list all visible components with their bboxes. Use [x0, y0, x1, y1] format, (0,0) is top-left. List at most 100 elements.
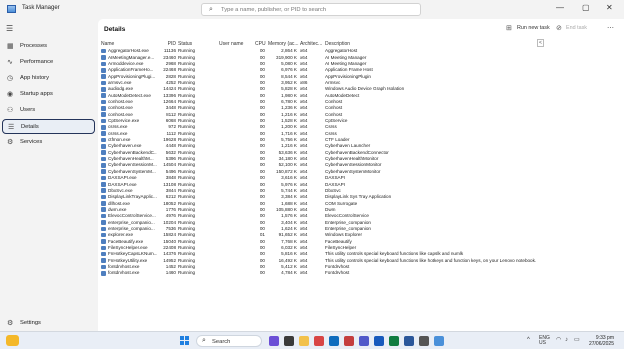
table-cell: 5,744 K	[281, 187, 297, 193]
teams-icon[interactable]	[359, 336, 369, 346]
table-cell: 150,872 K	[276, 168, 297, 174]
users-icon: ⚇	[7, 107, 14, 114]
table-row[interactable]: fontdrvhost.exe 1460 Running 00 4,784 Kx64 Fo…	[98, 270, 624, 276]
more-options-icon[interactable]: ⋯	[607, 24, 614, 32]
table-cell: 1,236 K	[281, 105, 297, 111]
start-icon[interactable]	[180, 336, 190, 346]
process-icon	[101, 55, 106, 60]
process-icon	[101, 226, 106, 232]
process-icon	[101, 131, 106, 136]
weather-widget-icon[interactable]	[6, 335, 19, 346]
process-icon	[101, 270, 106, 276]
search-icon: ⌕	[202, 337, 206, 344]
table-cell: AI Meeting Manager	[325, 54, 367, 60]
table-cell: CyberhavenSessionM...	[108, 162, 157, 168]
table-cell: x64	[300, 257, 308, 263]
end-task-button[interactable]: End task	[566, 25, 587, 31]
table-cell: Running	[178, 270, 196, 276]
minimize-button[interactable]: —	[556, 3, 564, 12]
process-icon	[101, 80, 106, 86]
table-cell: 4976	[165, 213, 176, 219]
battery-icon[interactable]: ▭	[574, 337, 580, 343]
file-explorer-icon[interactable]	[299, 336, 309, 346]
table-cell: 00	[259, 257, 265, 263]
taskbar: ⌕ Search ^ ENG US ◠ ♪ ▭ 9:33 pm 27/06/20…	[0, 331, 624, 349]
table-cell: CyberhavenHealthMonitor	[325, 156, 379, 162]
copilot-icon[interactable]	[269, 336, 279, 346]
sidebar-item-label: Startup apps	[20, 91, 53, 97]
clock[interactable]: 9:33 pm 27/06/2025	[589, 335, 614, 347]
process-icon	[101, 258, 106, 263]
table-cell: conhost.exe	[108, 99, 133, 105]
sidebar-item-users[interactable]: ⚇ Users	[2, 103, 95, 118]
taskbar-search[interactable]: ⌕ Search	[196, 335, 262, 347]
table-cell: x64	[300, 111, 308, 117]
details-table: AggregatorHost.exe 11136 Running 00 2,864 Kx…	[98, 48, 624, 276]
volume-icon[interactable]: ♪	[565, 337, 568, 343]
process-icon	[101, 93, 106, 98]
table-cell: 22468	[163, 67, 176, 73]
sidebar-item-performance[interactable]: ∿ Performance	[2, 55, 95, 70]
run-new-task-button[interactable]: Run new task	[517, 25, 550, 31]
table-cell: Running	[178, 143, 196, 149]
vpn-icon[interactable]	[419, 336, 429, 346]
close-button[interactable]: ✕	[606, 3, 613, 12]
edge-icon[interactable]	[329, 336, 339, 346]
process-icon	[101, 182, 106, 187]
table-cell: 2828	[165, 73, 176, 79]
table-cell: enterprise_companio...	[108, 225, 155, 231]
table-cell: x64	[300, 181, 308, 187]
table-cell: 12664	[163, 99, 176, 105]
mcafee-icon[interactable]	[344, 336, 354, 346]
hamburger-menu-icon[interactable]: ☰	[6, 24, 13, 33]
table-cell: 1,624 K	[281, 225, 297, 231]
task-view-icon[interactable]	[284, 336, 294, 346]
language-indicator[interactable]: ENG US	[539, 336, 550, 346]
wifi-icon[interactable]: ◠	[556, 337, 561, 343]
table-cell: 00	[259, 92, 265, 98]
sidebar-item-services[interactable]: ⚙ Services	[2, 135, 95, 150]
search-input[interactable]: ⌕ Type a name, publisher, or PID to sear…	[201, 3, 421, 16]
table-cell: 8112	[166, 111, 176, 117]
table-cell: 14376	[163, 251, 176, 257]
outlook-icon[interactable]	[374, 336, 384, 346]
chrome-icon[interactable]	[314, 336, 324, 346]
table-cell: Running	[178, 194, 196, 200]
sidebar-item-label: Performance	[20, 59, 54, 65]
sidebar-item-details[interactable]: ☰ Details	[2, 119, 95, 134]
table-cell: x64	[300, 130, 308, 136]
table-cell: 4448	[165, 143, 176, 149]
table-cell: Running	[178, 206, 196, 212]
sidebar-item-processes[interactable]: ▦ Processes	[2, 39, 95, 54]
title-bar: Task Manager ⌕ Type a name, publisher, o…	[0, 0, 624, 19]
table-cell: x64	[300, 162, 308, 168]
table-cell: 4,784 K	[281, 270, 297, 276]
table-cell: Running	[178, 187, 196, 193]
maximize-button[interactable]: ▢	[582, 3, 590, 12]
gear-icon: ⚙	[7, 320, 14, 327]
table-cell: x64	[300, 219, 308, 225]
task-manager-taskbar-icon[interactable]	[434, 336, 444, 346]
table-cell: 1,216 K	[281, 143, 297, 149]
table-cell: Dwm	[325, 206, 336, 212]
table-cell: x64	[300, 225, 308, 231]
services-icon: ⚙	[7, 139, 14, 146]
process-icon	[101, 99, 106, 105]
table-cell: CyberhavenBackendC...	[108, 149, 157, 155]
sidebar-item-app-history[interactable]: ◷ App history	[2, 71, 95, 86]
sidebar-item-startup-apps[interactable]: ◉ Startup apps	[2, 87, 95, 102]
collapse-icon[interactable]: <	[537, 39, 544, 47]
sidebar-item-settings[interactable]: ⚙ Settings	[2, 316, 95, 331]
excel-icon[interactable]	[389, 336, 399, 346]
table-cell: fontdrvhost.exe	[108, 263, 140, 269]
table-cell: dllhost.exe	[108, 200, 130, 206]
table-cell: x64	[300, 99, 308, 105]
table-cell: Running	[178, 244, 196, 250]
table-cell: x64	[300, 48, 308, 54]
table-cell: 00	[259, 48, 265, 54]
table-cell: Cyberhaven Launcher	[325, 143, 371, 149]
table-cell: 00	[259, 244, 265, 250]
word-icon[interactable]	[404, 336, 414, 346]
table-cell: 00	[259, 156, 265, 162]
chevron-up-icon[interactable]: ^	[527, 337, 530, 343]
